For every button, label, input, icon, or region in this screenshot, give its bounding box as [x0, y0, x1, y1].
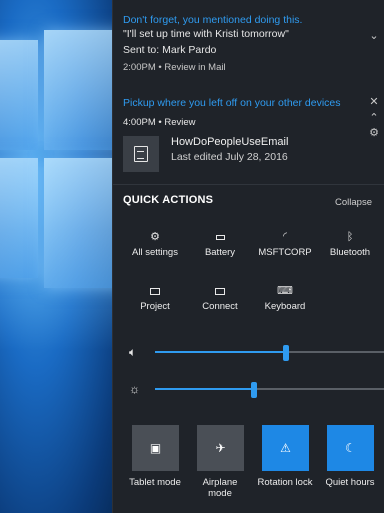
windows-logo-pane [44, 158, 120, 288]
volume-icon: 🔈︎ [129, 345, 137, 359]
quick-action-keyboard[interactable]: ⌨ Keyboard [253, 284, 317, 312]
settings-icon: ⚙ [150, 231, 160, 243]
quick-action-wifi[interactable]: ◜ MSFTCORP [253, 230, 317, 258]
section-divider [113, 184, 384, 185]
battery-icon [188, 230, 252, 244]
slider-thumb[interactable] [250, 382, 257, 398]
close-icon[interactable]: ✕ [367, 96, 381, 108]
chevron-down-icon[interactable]: ⌄ [367, 30, 381, 42]
slider-fill [155, 388, 254, 390]
airplane-icon: ✈ [215, 441, 226, 455]
gear-icon[interactable]: ⚙ [367, 127, 381, 139]
pickup-file-name[interactable]: HowDoPeopleUseEmail [171, 136, 288, 148]
quick-action-label: Battery [204, 247, 236, 258]
tile-label: Tablet mode [129, 477, 181, 488]
desktop-wallpaper [0, 0, 120, 513]
tile-label: Quiet hours [325, 477, 375, 488]
quick-action-label: Keyboard [264, 301, 306, 312]
quick-action-label: All settings [132, 247, 178, 258]
notification-body: "I'll set up time with Kristi tomorrow" [123, 28, 289, 40]
slider-fill [155, 351, 287, 353]
document-icon [123, 136, 159, 172]
quick-action-project[interactable]: Project [123, 284, 187, 312]
pickup-last-edited: Last edited July 28, 2016 [171, 151, 288, 163]
keyboard-icon: ⌨ [277, 285, 293, 297]
quick-action-label: Bluetooth [329, 247, 371, 258]
rotation-lock-icon: ⚠ [280, 441, 291, 455]
tile-label: Airplane mode [202, 477, 238, 499]
tablet-mode-icon: ▣ [149, 441, 162, 455]
quick-action-label: Connect [202, 301, 238, 312]
connect-icon [188, 284, 252, 298]
slider-thumb[interactable] [283, 345, 290, 361]
airplane-mode-tile[interactable]: ✈ [197, 425, 244, 471]
quiet-hours-icon: ☾ [345, 441, 356, 455]
quick-action-label: Project [140, 301, 170, 312]
notification-pickup[interactable]: Pickup where you left off on your other … [123, 96, 362, 130]
brightness-icon: ☼ [129, 382, 140, 396]
notification-meta: 2:00PM • Review in Mail [123, 62, 226, 73]
tile-label: Rotation lock [257, 477, 313, 488]
quick-action-label: MSFTCORP [258, 247, 312, 258]
project-icon [123, 284, 187, 298]
pickup-meta: 4:00PM • Review [123, 117, 196, 128]
quick-action-battery[interactable]: Battery [188, 230, 252, 258]
quiet-hours-tile[interactable]: ☾ [327, 425, 374, 471]
volume-slider[interactable] [155, 345, 384, 361]
rotation-lock-tile[interactable]: ⚠ [262, 425, 309, 471]
brightness-slider[interactable] [155, 382, 384, 398]
notification-reminder[interactable]: Don't forget, you mentioned doing this. … [123, 13, 376, 75]
notification-title: Don't forget, you mentioned doing this. [123, 14, 303, 26]
bluetooth-icon: ᛒ [346, 231, 354, 243]
windows-logo-pane [0, 158, 38, 278]
action-center-panel: Don't forget, you mentioned doing this. … [112, 0, 384, 513]
quick-action-all-settings[interactable]: ⚙ All settings [123, 230, 187, 258]
windows-logo-pane [0, 40, 38, 150]
quick-actions-header: QUICK ACTIONS [123, 194, 214, 206]
notification-sent-to: Sent to: Mark Pardo [123, 44, 217, 56]
quick-action-connect[interactable]: Connect [188, 284, 252, 312]
pickup-title: Pickup where you left off on your other … [123, 97, 341, 109]
tablet-mode-tile[interactable]: ▣ [132, 425, 179, 471]
chevron-up-icon[interactable]: ⌃ [367, 112, 381, 124]
wifi-icon: ◜ [283, 231, 287, 242]
windows-logo-pane [44, 30, 120, 150]
collapse-link[interactable]: Collapse [335, 197, 372, 208]
quick-action-bluetooth[interactable]: ᛒ Bluetooth [318, 230, 382, 258]
